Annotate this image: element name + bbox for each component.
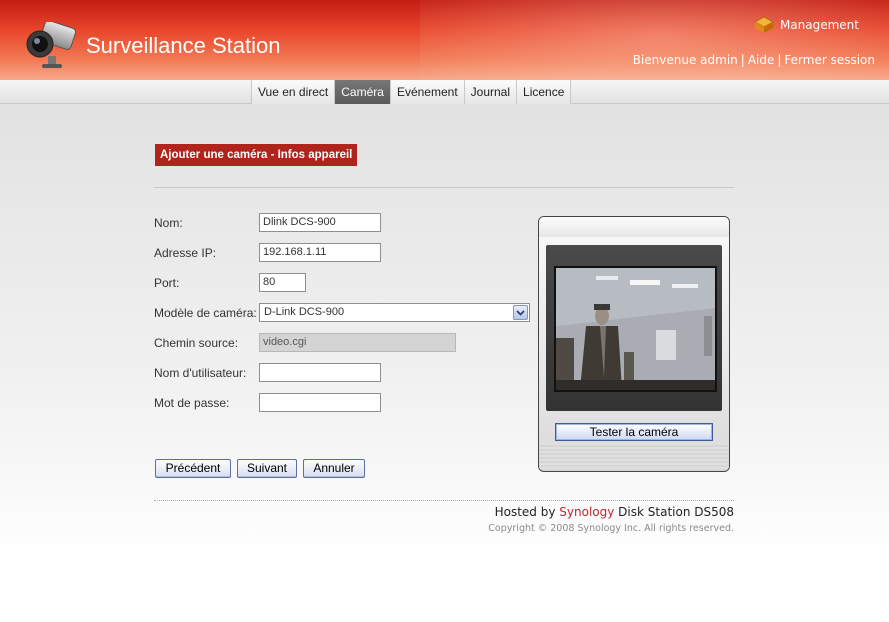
tab-license[interactable]: Licence [516, 80, 572, 104]
port-field[interactable]: 80 [259, 273, 306, 292]
camera-model-select[interactable]: D-Link DCS-900 [259, 303, 530, 322]
tab-live-view[interactable]: Vue en direct [251, 80, 335, 104]
password-field[interactable] [259, 393, 381, 412]
name-field[interactable]: Dlink DCS-900 [259, 213, 381, 232]
tab-event[interactable]: Evénement [389, 80, 464, 104]
name-label: Nom: [154, 216, 183, 230]
welcome-text: Bienvenue admin [632, 53, 738, 67]
footer-divider [154, 500, 734, 501]
hosted-prefix: Hosted by [494, 505, 556, 519]
help-link[interactable]: Aide [748, 53, 775, 67]
username-field[interactable] [259, 363, 381, 382]
test-camera-button[interactable]: Tester la caméra [555, 423, 713, 441]
previous-button[interactable]: Précédent [155, 459, 231, 478]
section-title: Ajouter une caméra - Infos appareil [155, 144, 358, 166]
logout-link[interactable]: Fermer session [784, 53, 875, 67]
app-title: Surveillance Station [86, 33, 281, 58]
tabs: Vue en direct Caméra Evénement Journal L… [251, 80, 572, 104]
ip-field[interactable]: 192.168.1.11 [259, 243, 381, 262]
chevron-down-icon[interactable] [513, 305, 528, 320]
management-link[interactable]: Management [753, 16, 859, 34]
port-label: Port: [154, 276, 180, 290]
copyright-text: Copyright © 2008 Synology Inc. All right… [488, 523, 734, 534]
hosted-by-text: Hosted by Synology Disk Station DS508 [495, 505, 734, 519]
management-icon [753, 16, 774, 33]
app-header: Surveillance Station Management Bienvenu… [0, 0, 889, 80]
management-label: Management [779, 18, 859, 32]
user-menu: Bienvenue admin | Aide | Fermer session [632, 53, 875, 67]
username-label: Nom d'utilisateur: [154, 366, 247, 380]
model-label: Modèle de caméra: [154, 306, 257, 320]
source-path-label: Chemin source: [154, 336, 239, 350]
source-path-field: video.cgi [259, 333, 456, 352]
camera-model-value: D-Link DCS-900 [264, 306, 345, 318]
camera-preview-panel: Tester la caméra [538, 216, 730, 472]
divider [154, 187, 734, 188]
tab-camera[interactable]: Caméra [334, 80, 390, 104]
camera-video-frame [554, 266, 717, 392]
tab-bar: Vue en direct Caméra Evénement Journal L… [0, 80, 889, 104]
camera-icon [26, 22, 76, 68]
brand-name: Synology [559, 505, 615, 519]
preview-screen [546, 245, 722, 411]
next-button[interactable]: Suivant [237, 459, 297, 478]
cancel-button[interactable]: Annuler [303, 459, 365, 478]
tab-journal[interactable]: Journal [463, 80, 517, 104]
hosted-suffix: Disk Station DS508 [618, 505, 734, 519]
ip-label: Adresse IP: [154, 246, 217, 260]
password-label: Mot de passe: [154, 396, 230, 410]
